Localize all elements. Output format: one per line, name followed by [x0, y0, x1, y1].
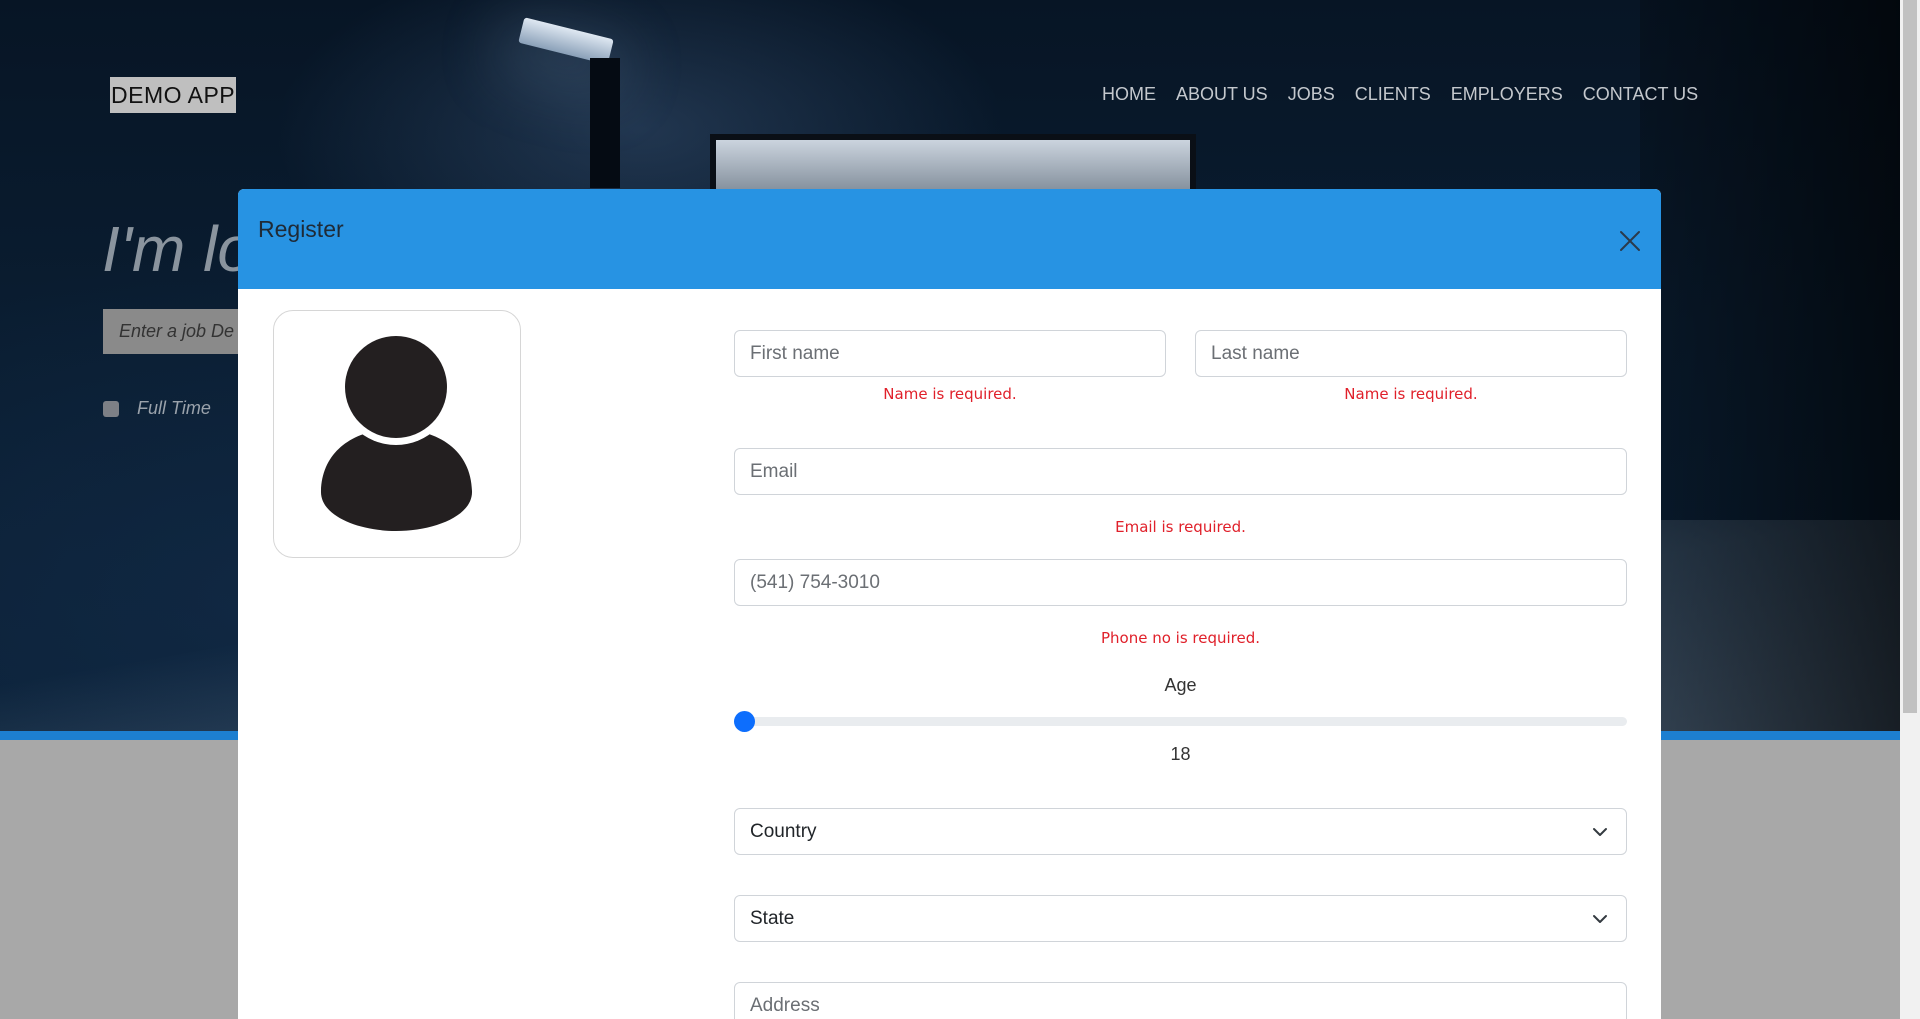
email-input[interactable] — [734, 448, 1627, 495]
address-input[interactable] — [734, 982, 1627, 1019]
nav-home[interactable]: HOME — [1102, 84, 1156, 105]
top-nav: HOME ABOUT US JOBS CLIENTS EMPLOYERS CON… — [1102, 84, 1698, 105]
hero-shade-decoration — [1640, 0, 1900, 731]
nav-jobs[interactable]: JOBS — [1288, 84, 1335, 105]
page-scrollbar[interactable] — [1900, 0, 1920, 1019]
fulltime-label: Full Time — [137, 398, 211, 418]
user-silhouette-icon — [320, 329, 473, 531]
chevron-down-icon — [1592, 911, 1608, 927]
page-scrollbar-thumb[interactable] — [1903, 0, 1917, 713]
modal-title: Register — [258, 216, 344, 242]
fulltime-checkbox-row[interactable]: Full Time — [103, 398, 211, 419]
register-modal: Register Name is required. Name is requi… — [238, 189, 1661, 1019]
hero-lamp-pole-decoration — [590, 58, 620, 188]
age-slider[interactable] — [734, 711, 1627, 732]
modal-header: Register — [238, 189, 1661, 289]
job-search-input[interactable]: Enter a job De — [103, 309, 238, 354]
age-value: 18 — [1170, 744, 1191, 764]
age-slider-thumb[interactable] — [734, 711, 755, 732]
email-error: Email is required. — [1115, 518, 1246, 536]
state-select[interactable]: State — [734, 895, 1627, 942]
phone-input[interactable] — [734, 559, 1627, 606]
country-select-value: Country — [750, 821, 817, 842]
close-icon[interactable] — [1616, 227, 1644, 255]
hero-monitor-decoration — [710, 134, 1196, 196]
fulltime-checkbox[interactable] — [103, 400, 119, 417]
age-label: Age — [1164, 675, 1197, 695]
nav-contact-us[interactable]: CONTACT US — [1583, 84, 1698, 105]
state-select-value: State — [750, 908, 795, 929]
nav-employers[interactable]: EMPLOYERS — [1451, 84, 1563, 105]
avatar-upload[interactable] — [273, 310, 521, 558]
phone-error: Phone no is required. — [1100, 629, 1261, 647]
first-name-error: Name is required. — [883, 385, 1017, 403]
nav-about-us[interactable]: ABOUT US — [1176, 84, 1268, 105]
last-name-input[interactable] — [1195, 330, 1627, 377]
brand-logo[interactable]: DEMO APP — [110, 77, 237, 113]
last-name-error: Name is required. — [1344, 385, 1478, 403]
hero-heading: I'm lo — [102, 213, 238, 285]
country-select[interactable]: Country — [734, 808, 1627, 855]
nav-clients[interactable]: CLIENTS — [1355, 84, 1431, 105]
chevron-down-icon — [1592, 824, 1608, 840]
first-name-input[interactable] — [734, 330, 1166, 377]
